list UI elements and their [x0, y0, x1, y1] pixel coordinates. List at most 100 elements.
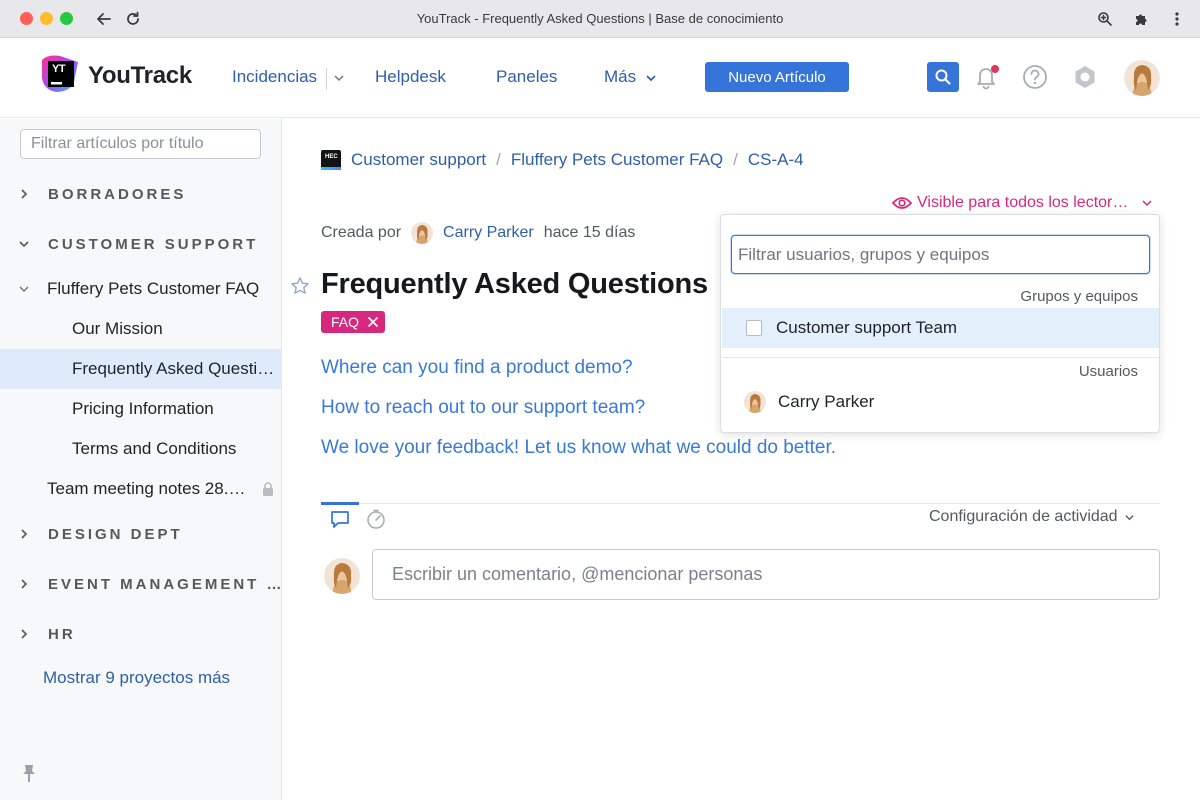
sidebar-project-label: BORRADORES [48, 185, 187, 203]
faq-link-support[interactable]: How to reach out to our support team? [321, 397, 645, 419]
comment-input[interactable] [372, 549, 1160, 600]
sidebar-project-hr[interactable]: HR [0, 614, 281, 654]
project-logo-text: HEC [325, 154, 338, 160]
sidebar-article-label: Fluffery Pets Customer FAQ [47, 279, 260, 298]
lock-icon [263, 482, 273, 496]
dropdown-item-support-team[interactable]: Customer support Team [722, 308, 1159, 348]
star-button[interactable] [290, 276, 310, 301]
activity-settings-dropdown[interactable]: Configuración de actividad [929, 508, 1135, 526]
notifications-button[interactable] [971, 62, 1001, 92]
chevron-down-icon [1124, 514, 1134, 520]
article-filter-input[interactable] [20, 129, 261, 159]
chevron-right-icon [21, 629, 28, 639]
sidebar-project-label: CUSTOMER SUPPORT [48, 235, 259, 253]
chevron-down-icon [19, 241, 29, 248]
search-icon [935, 69, 951, 85]
back-arrow-icon[interactable] [92, 7, 116, 31]
administration-button[interactable] [1070, 62, 1100, 92]
visibility-filter-input[interactable] [731, 235, 1150, 274]
faq-link-demo[interactable]: Where can you find a product demo? [321, 357, 633, 379]
notification-badge [991, 65, 999, 73]
sidebar-project-label: DESIGN DEPT [48, 525, 183, 543]
gear-icon [1075, 66, 1095, 88]
activity-settings-label: Configuración de actividad [929, 508, 1118, 525]
faq-link-feedback[interactable]: We love your feedback! Let us know what … [321, 437, 836, 459]
sidebar-project-events[interactable]: EVENT MANAGEMENT … [0, 564, 282, 604]
help-icon [1023, 65, 1047, 89]
maximize-window-button[interactable] [60, 12, 73, 25]
browser-titlebar: YouTrack - Frequently Asked Questions | … [0, 0, 1200, 38]
help-button[interactable] [1020, 62, 1050, 92]
dropdown-divider [722, 357, 1159, 358]
sidebar-article-our-mission[interactable]: Our Mission [0, 309, 281, 349]
sidebar-article-meeting-notes[interactable]: Team meeting notes 28.… [0, 469, 281, 509]
nav-issues[interactable]: Incidencias [232, 67, 317, 87]
activity-divider [321, 503, 1160, 504]
users-header: Usuarios [1078, 363, 1138, 380]
current-user-avatar [324, 558, 360, 594]
chevron-down-icon [1142, 200, 1152, 207]
app-header: YT YouTrack Incidencias Helpdesk Paneles… [0, 38, 1200, 118]
close-window-button[interactable] [20, 12, 33, 25]
more-icon[interactable] [1165, 7, 1189, 31]
breadcrumb-separator: / [496, 150, 501, 169]
sidebar-article-label: Pricing Information [72, 399, 214, 418]
sidebar-article-terms[interactable]: Terms and Conditions [0, 429, 281, 469]
dropdown-item-label: Customer support Team [776, 318, 958, 337]
history-tab[interactable] [366, 509, 386, 534]
chevron-down-icon[interactable] [645, 71, 657, 89]
show-more-projects-link[interactable]: Mostrar 9 proyectos más [43, 668, 230, 688]
nav-more[interactable]: Más [604, 67, 636, 87]
chevron-right-icon [21, 189, 28, 199]
close-icon[interactable] [367, 316, 379, 328]
nav-helpdesk[interactable]: Helpdesk [375, 67, 446, 87]
nav-dashboards[interactable]: Paneles [496, 67, 557, 87]
tag-label: FAQ [331, 314, 360, 330]
app-name[interactable]: YouTrack [88, 62, 192, 90]
chevron-down-icon [19, 286, 29, 293]
pin-sidebar-button[interactable] [20, 763, 38, 788]
sidebar-article-label: Terms and Conditions [72, 439, 237, 458]
sidebar-project-design[interactable]: DESIGN DEPT [0, 514, 281, 554]
sidebar-article-label: Team meeting notes 28.… [47, 479, 246, 498]
chevron-right-icon [21, 579, 28, 589]
visibility-dropdown: Grupos y equipos Customer support Team U… [720, 214, 1160, 433]
search-button[interactable] [927, 62, 959, 92]
active-tab-indicator [321, 502, 359, 505]
breadcrumb-parent-article[interactable]: Fluffery Pets Customer FAQ [511, 150, 723, 170]
new-article-button[interactable]: Nuevo Artículo [705, 62, 849, 92]
chevron-down-icon[interactable] [333, 71, 345, 89]
comments-tab[interactable] [330, 509, 350, 534]
article-meta: Creada por Carry Parker hace 15 días [321, 222, 635, 244]
author-link[interactable]: Carry Parker [443, 224, 534, 242]
sidebar-article-pricing[interactable]: Pricing Information [0, 389, 281, 429]
breadcrumb-article-id[interactable]: CS-A-4 [748, 150, 804, 170]
project-logo-icon: HEC [321, 150, 341, 170]
logo-mark-text: YT [52, 63, 66, 75]
extensions-icon[interactable] [1129, 7, 1153, 31]
groups-header: Grupos y equipos [1020, 288, 1138, 305]
sidebar-article-fluffery-faq[interactable]: Fluffery Pets Customer FAQ [0, 269, 281, 309]
nav-separator [326, 68, 327, 90]
visibility-selector[interactable]: Visible para todos los lector… [892, 194, 1153, 212]
sidebar-article-faq[interactable]: Frequently Asked Questions [0, 349, 281, 389]
breadcrumb: HEC Customer support / Fluffery Pets Cus… [321, 150, 804, 170]
reload-icon[interactable] [121, 7, 145, 31]
dropdown-item-carry-parker[interactable]: Carry Parker [722, 382, 1159, 422]
user-avatar[interactable] [1124, 60, 1160, 96]
checkbox[interactable] [746, 320, 762, 336]
created-time: hace 15 días [543, 224, 636, 241]
minimize-window-button[interactable] [40, 12, 53, 25]
zoom-icon[interactable] [1093, 7, 1117, 31]
youtrack-logo-icon[interactable]: YT [40, 54, 80, 94]
eye-icon [892, 197, 912, 209]
sidebar-project-drafts[interactable]: BORRADORES [0, 174, 281, 214]
breadcrumb-project[interactable]: Customer support [351, 150, 486, 170]
article-tag[interactable]: FAQ [321, 311, 386, 333]
sidebar-article-label: Frequently Asked Questions [72, 359, 280, 378]
star-icon [291, 277, 309, 294]
sidebar-project-customer-support[interactable]: CUSTOMER SUPPORT [0, 224, 281, 264]
sidebar-article-label: Our Mission [72, 319, 163, 338]
created-by-label: Creada por [321, 224, 402, 241]
visibility-label: Visible para todos los lector… [917, 194, 1129, 211]
